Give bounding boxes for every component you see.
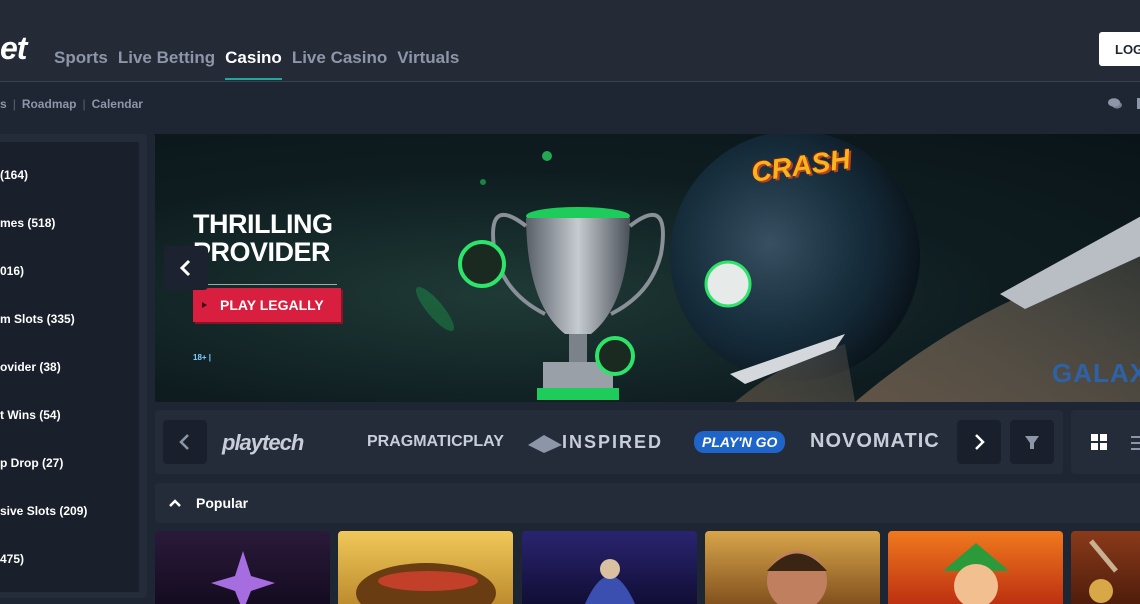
provider-play-n-go[interactable]: PLAY'N GO: [694, 431, 786, 453]
separator: |: [12, 97, 16, 111]
provider-inspired-label: INSPIRED: [562, 432, 664, 452]
banner-title: THRILLING PROVIDER: [193, 209, 333, 267]
nav-live-casino[interactable]: Live Casino: [292, 48, 387, 80]
banner-prev-button[interactable]: [164, 246, 208, 290]
sidebar-item[interactable]: 016): [0, 264, 24, 278]
sidebar-item[interactable]: p Drop (27): [0, 456, 63, 470]
age-restriction: 18+ |: [193, 353, 212, 362]
provider-next-button[interactable]: [957, 420, 1001, 464]
sidebar-item[interactable]: 475): [0, 552, 24, 566]
view-toggle: [1071, 410, 1140, 474]
chevron-left-icon: [179, 259, 191, 277]
subnav-item-calendar[interactable]: Calendar: [92, 97, 143, 111]
provider-inspired[interactable]: INSPIRED: [528, 432, 663, 456]
sidebar-item[interactable]: m Slots (335): [0, 312, 75, 326]
game-tile[interactable]: [155, 531, 330, 604]
top-header: et Sports Live Betting Casino Live Casin…: [0, 0, 1140, 82]
partner-logo: GALAX: [1052, 358, 1140, 388]
category-sidebar: (164) mes (518) 016) m Slots (335) ovide…: [0, 142, 139, 592]
sidebar-item[interactable]: t Wins (54): [0, 408, 61, 422]
game-tile[interactable]: [1071, 531, 1140, 604]
play-legally-label: PLAY LEGALLY: [220, 297, 324, 313]
brand-logo[interactable]: et: [0, 30, 27, 67]
sidebar-item[interactable]: ovider (38): [0, 360, 61, 374]
promo-banner[interactable]: CRASH THRILLING PROVIDER PLAY LEGALLY 18…: [155, 134, 1140, 402]
play-legally-button[interactable]: PLAY LEGALLY: [193, 288, 341, 322]
sub-navigation: s | Roadmap | Calendar: [0, 83, 1140, 125]
chevron-right-icon: [975, 434, 985, 450]
nav-live-betting[interactable]: Live Betting: [118, 48, 215, 80]
nav-virtuals[interactable]: Virtuals: [397, 48, 459, 80]
filter-icon: [1025, 436, 1039, 449]
chevron-left-icon: [179, 434, 189, 450]
subnav-item-cut[interactable]: s: [0, 97, 7, 111]
provider-playtech-label: playtech: [222, 430, 304, 455]
jester-artwork-icon: [943, 543, 1009, 604]
inspired-logo-icon: [528, 435, 562, 454]
banner-artwork: [415, 134, 1140, 402]
banner-title-line2: PROVIDER: [193, 237, 331, 267]
provider-prev-button[interactable]: [163, 420, 207, 464]
game-tile[interactable]: [888, 531, 1063, 604]
provider-pragmatic-play[interactable]: PRAGMATICPLAY: [367, 433, 504, 457]
provider-novomatic[interactable]: NOVOMATIC: [810, 430, 940, 454]
nav-sports[interactable]: Sports: [54, 48, 108, 80]
provider-filter-button[interactable]: [1010, 420, 1054, 464]
game-tile[interactable]: [522, 531, 697, 604]
popular-title: Popular: [196, 495, 249, 511]
game-tile[interactable]: [705, 531, 880, 604]
play-icon: [202, 302, 207, 308]
sidebar-item[interactable]: (164): [0, 168, 28, 182]
popular-section-header[interactable]: Popular: [155, 483, 1140, 523]
game-tile[interactable]: [338, 531, 513, 604]
divider: [193, 284, 337, 285]
banner-title-line1: THRILLING: [193, 209, 333, 239]
subnav-item-roadmap[interactable]: Roadmap: [22, 97, 77, 111]
main-nav: Sports Live Betting Casino Live Casino V…: [54, 48, 459, 80]
nav-casino[interactable]: Casino: [225, 48, 282, 80]
explorer-artwork-icon: [767, 551, 827, 604]
treasure-artwork-icon: [1089, 539, 1118, 603]
sidebar-item[interactable]: sive Slots (209): [0, 504, 87, 518]
star-gem-icon: [211, 551, 275, 604]
separator: |: [82, 97, 86, 111]
chat-icon[interactable]: [1108, 98, 1122, 109]
bonanza-artwork-icon: [356, 563, 496, 604]
grid-view-icon[interactable]: [1071, 410, 1140, 474]
sidebar-item[interactable]: mes (518): [0, 216, 55, 230]
wizard-artwork-icon: [585, 559, 635, 604]
provider-playtech[interactable]: playtech: [222, 430, 304, 455]
chevron-up-icon: [169, 499, 181, 507]
login-button[interactable]: LOG: [1099, 32, 1140, 66]
